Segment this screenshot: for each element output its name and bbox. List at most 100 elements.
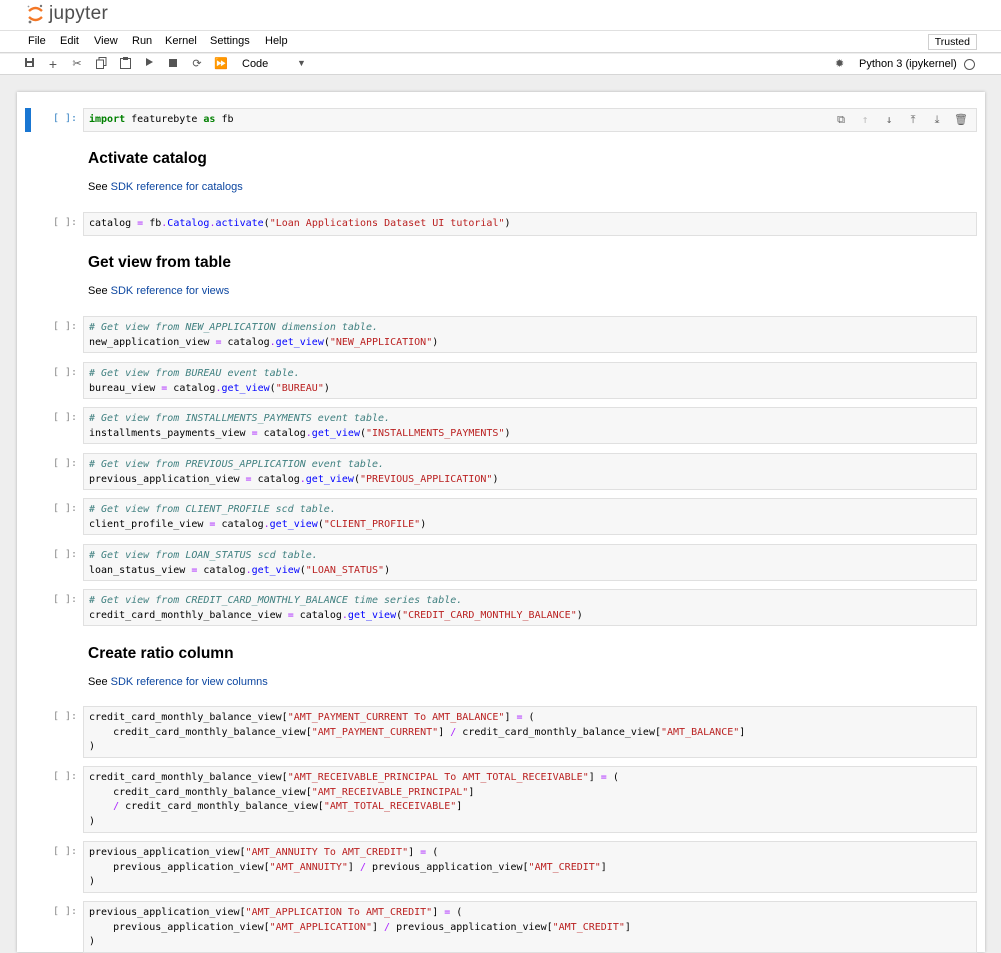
cell-editor[interactable]: # Get view from CREDIT_CARD_MONTHLY_BALA… [83, 589, 977, 626]
code-token: get_view [269, 518, 318, 530]
cell-editor[interactable]: catalog = fb.Catalog.activate("Loan Appl… [83, 212, 977, 236]
cell-editor[interactable]: # Get view from CLIENT_PROFILE scd table… [83, 498, 977, 535]
code-token: ) [420, 518, 427, 530]
kernel-name[interactable]: Python 3 (ipykernel) [859, 58, 957, 70]
menu-view[interactable]: View [94, 35, 118, 47]
code-token: fb [215, 114, 234, 125]
code-token: catalog [215, 518, 264, 530]
cell-editor[interactable]: # Get view from NEW_APPLICATION dimensio… [83, 316, 977, 353]
code-token: ] [408, 847, 421, 858]
code-token: previous_application_view[ [390, 921, 553, 933]
sdk-reference-link[interactable]: SDK reference for view columns [111, 676, 268, 688]
cell-editor[interactable]: credit_card_monthly_balance_view["AMT_RE… [83, 766, 977, 833]
see-prefix: See [88, 285, 111, 297]
code-token: bureau_view [89, 382, 162, 394]
cut-icon[interactable]: ✂ [70, 57, 84, 71]
code-token: "BUREAU" [275, 382, 324, 394]
code-token: ) [89, 936, 96, 947]
code-token: "AMT_APPLICATION" [269, 921, 372, 933]
restart-icon[interactable]: ⟳ [190, 57, 204, 71]
delete-cell-icon[interactable]: 🗑 [954, 113, 968, 127]
cell-editor[interactable]: # Get view from LOAN_STATUS scd table. lo… [83, 544, 977, 581]
code-token: get_view [221, 382, 270, 394]
notebook-panel[interactable]: [ ]: import featurebyte as fb ⧉ ↑ ↓ ⤒ ⤓ 🗑 Activa… [17, 92, 985, 953]
code-line: previous_application_view["AMT_APPLICATI… [89, 906, 971, 921]
add-cell-icon[interactable]: + [46, 57, 60, 71]
logo-text: jupyter [49, 3, 109, 24]
code-token: "Loan Applications Dataset UI tutorial" [269, 218, 505, 229]
insert-above-icon[interactable]: ⤒ [906, 113, 920, 127]
code-line: # Get view from CLIENT_PROFILE scd table… [89, 503, 971, 518]
code-token: installments_payments_view [89, 427, 252, 439]
code-line: installments_payments_view = catalog.get… [89, 427, 971, 442]
code-line: catalog = fb.Catalog.activate("Loan Appl… [89, 217, 971, 232]
menu-kernel[interactable]: Kernel [165, 35, 197, 47]
save-icon[interactable] [22, 57, 36, 71]
cell-toolbar: ⧉ ↑ ↓ ⤒ ⤓ 🗑 [834, 113, 968, 127]
menu-bar: File Edit View Run Kernel Settings Help … [0, 31, 1001, 53]
code-token: "AMT_RECEIVABLE_PRINCIPAL" [311, 786, 469, 798]
code-token: client_profile_view [89, 518, 210, 530]
see-prefix: See [88, 676, 111, 688]
jupyter-logo[interactable]: jupyter [26, 3, 108, 25]
move-down-icon[interactable]: ↓ [882, 113, 896, 127]
code-token: catalog [221, 336, 270, 348]
cell-type-select[interactable]: Code [242, 58, 268, 70]
code-token: Catalog [167, 218, 210, 229]
code-token: ) [504, 427, 511, 439]
code-token: "AMT_CREDIT" [528, 861, 601, 873]
code-token: previous_application_view[ [365, 861, 529, 873]
section-text: See SDK reference for catalogs [88, 181, 243, 193]
code-token: # Get view from LOAN_STATUS scd table. [89, 550, 318, 561]
code-token: get_view [305, 473, 354, 485]
code-token: catalog [251, 473, 300, 485]
stop-icon[interactable] [166, 57, 180, 71]
code-token: "AMT_PAYMENT_CURRENT To AMT_BALANCE" [287, 712, 505, 723]
sdk-reference-link[interactable]: SDK reference for views [111, 285, 230, 297]
code-token: loan_status_view [89, 564, 192, 576]
cell-editor[interactable]: previous_application_view[ "AMT_APPLICATI… [83, 901, 977, 953]
menu-help[interactable]: Help [265, 35, 288, 47]
code-token: "CREDIT_CARD_MONTHLY_BALANCE" [402, 609, 577, 621]
code-token: "AMT_RECEIVABLE_PRINCIPAL To AMT_TOTAL_R… [287, 772, 589, 783]
code-token: fb [143, 218, 162, 229]
code-token: # Get view from CREDIT_CARD_MONTHLY_BALA… [89, 595, 463, 606]
sdk-reference-link[interactable]: SDK reference for catalogs [111, 181, 243, 193]
jupyter-logo-icon [27, 4, 43, 24]
debugger-icon[interactable]: ✹ [835, 57, 844, 70]
code-token: ] [600, 861, 607, 873]
code-line: loan_status_view = catalog.get_view("LOA… [89, 564, 971, 579]
active-cell-indicator [25, 108, 31, 132]
menu-run[interactable]: Run [132, 35, 152, 47]
move-up-icon[interactable]: ↑ [858, 113, 872, 127]
code-line: new_application_view = catalog.get_view(… [89, 336, 971, 351]
paste-icon[interactable] [118, 57, 132, 71]
run-icon[interactable] [142, 57, 156, 71]
code-token: # Get view from NEW_APPLICATION dimensio… [89, 322, 378, 333]
cell-editor[interactable]: previous_application_view["AMT_ANNUITY T… [83, 841, 977, 893]
insert-below-icon[interactable]: ⤓ [930, 113, 944, 127]
fast-forward-icon[interactable]: ⏩ [214, 57, 228, 71]
menu-settings[interactable]: Settings [210, 35, 250, 47]
cell-editor[interactable]: import featurebyte as fb ⧉ ↑ ↓ ⤒ ⤓ 🗑 [83, 108, 977, 132]
duplicate-cell-icon[interactable]: ⧉ [834, 113, 848, 127]
code-token: "NEW_APPLICATION" [329, 336, 433, 348]
menu-edit[interactable]: Edit [60, 35, 79, 47]
menu-file[interactable]: File [28, 35, 46, 47]
code-line: ) [89, 815, 971, 830]
cell-editor[interactable]: # Get view from INSTALLMENTS_PAYMENTS ev… [83, 407, 977, 444]
code-token: get_view [275, 336, 324, 348]
code-line: # Get view from LOAN_STATUS scd table. [89, 549, 971, 564]
chevron-down-icon[interactable]: ▼ [297, 58, 306, 68]
cell-editor[interactable]: # Get view from BUREAU event table. burea… [83, 362, 977, 399]
copy-icon[interactable] [94, 57, 108, 71]
code-token: "AMT_BALANCE" [660, 726, 740, 738]
code-token: credit_card_monthly_balance_view[ [456, 726, 661, 738]
trusted-indicator[interactable]: Trusted [927, 34, 977, 50]
cell-editor[interactable]: # Get view from PREVIOUS_APPLICATION eve… [83, 453, 977, 490]
code-token: catalog [167, 382, 216, 394]
code-token: catalog [293, 609, 342, 621]
cell-editor[interactable]: credit_card_monthly_balance_view[ "AMT_PA… [83, 706, 977, 758]
code-line: / credit_card_monthly_balance_view["AMT_… [89, 800, 971, 815]
code-token: ) [89, 876, 96, 887]
